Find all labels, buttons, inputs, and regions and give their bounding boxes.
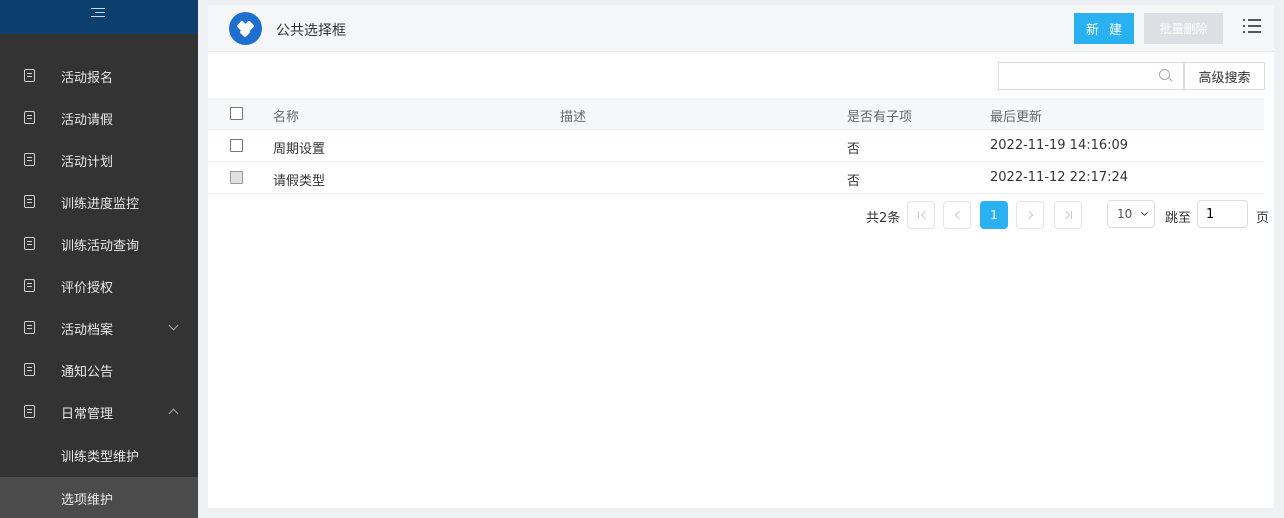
row-has-children: 否 — [847, 142, 861, 157]
last-page-arrow-icon — [1061, 210, 1071, 220]
batch-delete-button[interactable]: 批量删除 — [1144, 13, 1223, 44]
last-page-icon — [1071, 211, 1072, 219]
first-page-arrow-icon — [920, 210, 930, 220]
column-header-has-children[interactable]: 是否有子项 — [847, 106, 912, 125]
row-last-updated: 2022-11-12 22:17:24 — [990, 170, 1129, 185]
table-header: 名称 描述 是否有子项 最后更新 — [208, 98, 1264, 130]
sidebar-item-training-query[interactable]: 训练活动查询 — [0, 223, 198, 265]
document-icon — [24, 111, 35, 124]
page-button-current[interactable]: 1 — [980, 201, 1008, 229]
list-menu-icon[interactable] — [1243, 18, 1261, 34]
row-has-children: 否 — [847, 174, 861, 189]
collapse-menu-icon[interactable] — [91, 7, 105, 19]
main-panel: 公共选择框 新 建 批量删除 高级搜索 名称 描述 是否有子项 最后更新 周期设… — [208, 5, 1274, 508]
column-header-description[interactable]: 描述 — [560, 106, 586, 125]
next-page-button[interactable] — [1016, 201, 1044, 229]
sidebar-item-label: 评价授权 — [61, 280, 114, 296]
page-size-select[interactable]: 10 — [1107, 200, 1155, 228]
sidebar-item-label: 训练活动查询 — [61, 238, 140, 254]
chevron-down-icon — [1140, 208, 1149, 217]
sidebar-item-training-progress[interactable]: 训练进度监控 — [0, 181, 198, 223]
sidebar-item-label: 训练进度监控 — [61, 196, 140, 212]
sidebar-item-label: 活动请假 — [61, 112, 114, 128]
new-button[interactable]: 新 建 — [1074, 13, 1134, 44]
page-title: 公共选择框 — [276, 23, 346, 39]
total-count: 共2条 — [866, 211, 901, 226]
page-scrollbar[interactable] — [1274, 0, 1284, 518]
search-box — [998, 62, 1184, 90]
sidebar-item-daily-management[interactable]: 日常管理 — [0, 391, 198, 433]
search-input[interactable] — [999, 63, 1161, 89]
first-page-icon — [918, 211, 919, 219]
sidebar-item-activity-signup[interactable]: 活动报名 — [0, 55, 198, 97]
sidebar-item-label: 活动计划 — [61, 154, 114, 170]
row-checkbox[interactable] — [230, 171, 243, 184]
column-header-name[interactable]: 名称 — [273, 106, 299, 125]
column-header-last-updated[interactable]: 最后更新 — [990, 106, 1042, 125]
sidebar-header — [0, 0, 198, 34]
sidebar: 活动报名 活动请假 活动计划 训练进度监控 训练活动查询 评价授权 活动档案 通… — [0, 0, 198, 518]
sidebar-subitem-label: 训练类型维护 — [61, 449, 140, 465]
document-icon — [24, 363, 35, 376]
sidebar-subitem-option-maintenance[interactable]: 选项维护 — [0, 477, 198, 518]
sidebar-item-evaluation-auth[interactable]: 评价授权 — [0, 265, 198, 307]
sidebar-item-activity-plan[interactable]: 活动计划 — [0, 139, 198, 181]
sidebar-item-notice[interactable]: 通知公告 — [0, 349, 198, 391]
document-icon — [24, 237, 35, 250]
app-logo-icon — [229, 12, 262, 45]
select-all-checkbox[interactable] — [230, 107, 243, 120]
table-row[interactable]: 请假类型 否 2022-11-12 22:17:24 — [208, 162, 1264, 194]
sidebar-item-label: 日常管理 — [61, 406, 114, 422]
chevron-right-icon — [1024, 210, 1034, 220]
document-icon — [24, 69, 35, 82]
document-icon — [24, 153, 35, 166]
sidebar-subitem-training-type[interactable]: 训练类型维护 — [0, 434, 198, 476]
sidebar-subitem-label: 选项维护 — [61, 492, 114, 508]
advanced-search-button[interactable]: 高级搜索 — [1184, 62, 1265, 90]
page-header: 公共选择框 新 建 批量删除 — [208, 5, 1274, 52]
page-unit-label: 页 — [1256, 211, 1270, 226]
document-icon — [24, 321, 35, 334]
chevron-down-icon — [168, 320, 179, 331]
document-icon — [24, 405, 35, 418]
sidebar-item-activity-leave[interactable]: 活动请假 — [0, 97, 198, 139]
sidebar-item-label: 通知公告 — [61, 364, 114, 380]
row-checkbox[interactable] — [230, 139, 243, 152]
row-name: 周期设置 — [273, 142, 326, 157]
chevron-up-icon — [168, 408, 179, 419]
document-icon — [24, 279, 35, 292]
table-row[interactable]: 周期设置 否 2022-11-19 14:16:09 — [208, 130, 1264, 162]
chevron-left-icon — [954, 210, 964, 220]
page-size-value: 10 — [1117, 207, 1133, 221]
sidebar-item-label: 活动报名 — [61, 70, 114, 86]
row-name: 请假类型 — [273, 174, 326, 189]
search-icon[interactable] — [1159, 69, 1170, 80]
jump-page-input[interactable] — [1197, 200, 1248, 228]
document-icon — [24, 195, 35, 208]
last-page-button[interactable] — [1054, 201, 1082, 229]
sidebar-item-activity-archive[interactable]: 活动档案 — [0, 307, 198, 349]
first-page-button[interactable] — [907, 201, 935, 229]
jump-label: 跳至 — [1165, 211, 1192, 226]
sidebar-item-label: 活动档案 — [61, 322, 114, 338]
pagination: 共2条 1 10 跳至 页 — [208, 200, 1274, 230]
row-last-updated: 2022-11-19 14:16:09 — [990, 138, 1129, 153]
prev-page-button[interactable] — [943, 201, 971, 229]
